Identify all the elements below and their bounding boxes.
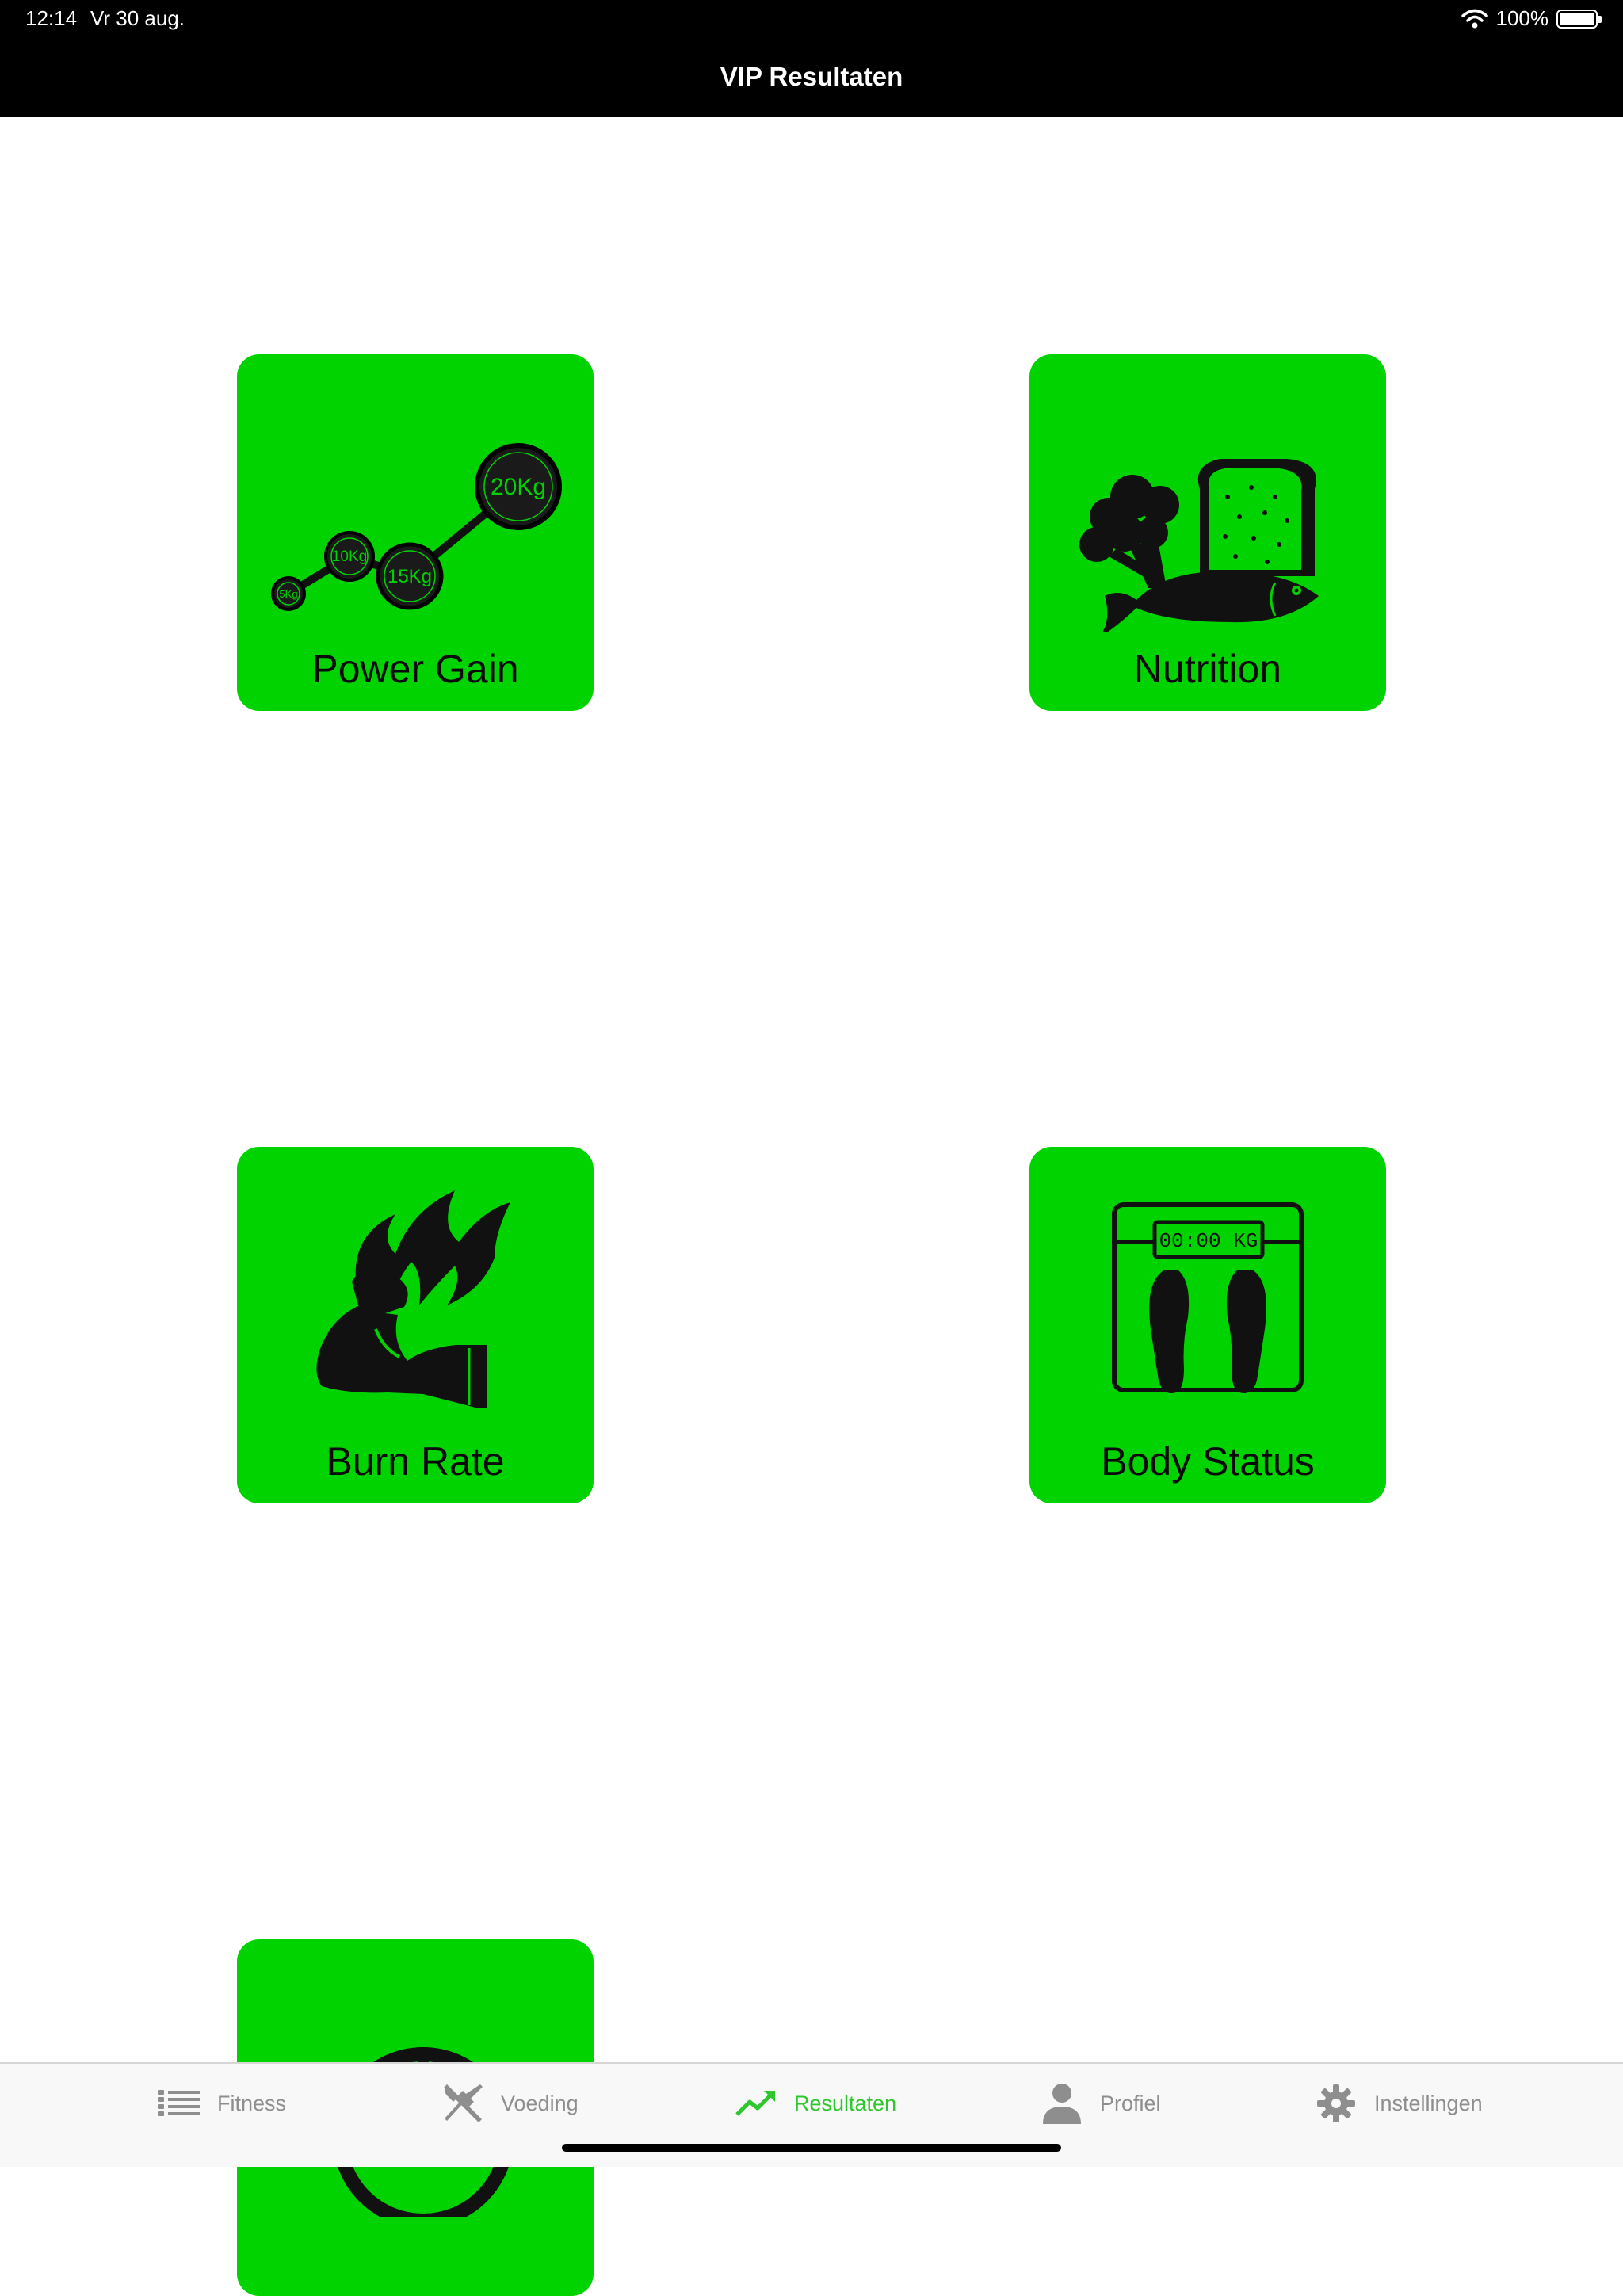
food-icon <box>1079 459 1319 632</box>
nutrition-tile[interactable]: Nutrition <box>1029 354 1386 711</box>
status-time: 12:14 <box>25 6 78 30</box>
scale-icon: 00:00 KG <box>1112 1202 1304 1393</box>
wifi-icon <box>1461 9 1488 28</box>
tab-label: Resultaten <box>794 2091 897 2115</box>
gear-icon <box>1317 2084 1355 2122</box>
home-indicator[interactable] <box>562 2144 1061 2152</box>
tab-label: Fitness <box>217 2091 287 2115</box>
body-status-tile[interactable]: 00:00 KG Body Status <box>1029 1147 1386 1503</box>
person-icon <box>1043 2084 1081 2124</box>
tab-voeding[interactable]: Voeding <box>441 2064 579 2143</box>
burn-rate-tile[interactable]: Burn Rate <box>237 1147 594 1503</box>
fork-knife-icon <box>444 2084 483 2122</box>
list-icon <box>158 2090 200 2116</box>
tile-label: Power Gain <box>311 647 519 691</box>
page-title: VIP Resultaten <box>720 62 903 91</box>
flaming-muscle-icon <box>316 1190 510 1408</box>
battery-fill <box>1560 12 1594 25</box>
power-gain-tile[interactable]: 5Kg 10Kg 15Kg 20Kg Power Gain <box>237 354 594 711</box>
weight-progress-icon: 5Kg 10Kg 15Kg 20Kg <box>271 443 562 611</box>
navigation-bar: 12:14 Vr 30 aug. 100% VIP Resultaten <box>0 0 1623 117</box>
tab-fitness[interactable]: Fitness <box>157 2064 286 2143</box>
tile-label: Body Status <box>1101 1439 1315 1484</box>
status-date: Vr 30 aug. <box>90 6 185 30</box>
scale-display: 00:00 KG <box>1159 1229 1258 1253</box>
tab-resultaten[interactable]: Resultaten <box>734 2064 896 2143</box>
battery-percentage: 100% <box>1495 6 1549 30</box>
weight-label: 5Kg <box>279 588 297 600</box>
tab-instellingen[interactable]: Instellingen <box>1314 2064 1483 2143</box>
status-indicators: 100% <box>1461 6 1602 31</box>
weight-label: 20Kg <box>491 474 546 500</box>
trend-up-icon <box>735 2091 775 2116</box>
weight-label: 10Kg <box>332 548 367 565</box>
tab-label: Instellingen <box>1374 2091 1483 2115</box>
weight-label: 15Kg <box>388 566 432 587</box>
tile-label: Nutrition <box>1133 647 1282 691</box>
tab-label: Voeding <box>501 2091 579 2115</box>
battery-icon <box>1556 9 1602 29</box>
tile-label: Burn Rate <box>326 1439 505 1484</box>
tab-profiel[interactable]: Profiel <box>1040 2064 1161 2143</box>
tab-label: Profiel <box>1100 2091 1161 2115</box>
